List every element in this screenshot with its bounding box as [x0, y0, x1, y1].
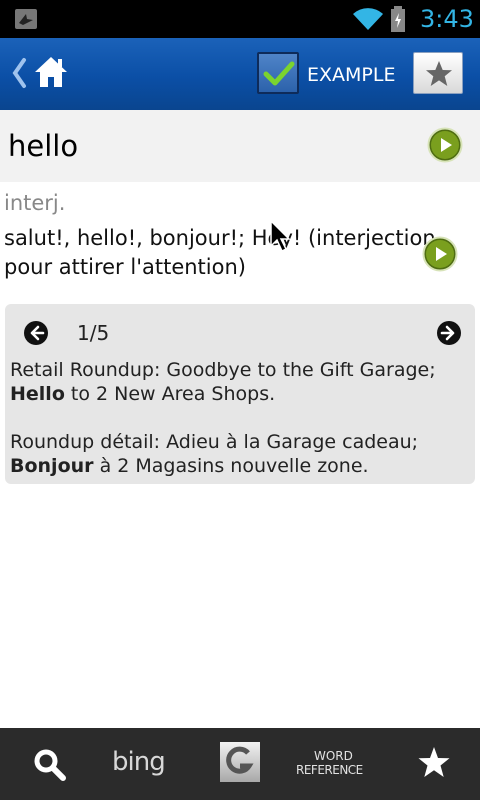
- bottom-toolbar: bing WORD REFERENCE: [0, 728, 480, 800]
- star-icon: [426, 61, 452, 86]
- translation-text: salut!, hello!, bonjour!; Hey! (interjec…: [4, 226, 436, 279]
- battery-icon: [391, 6, 405, 32]
- wordreference-button[interactable]: WORD REFERENCE: [292, 728, 382, 800]
- example-counter: 1/5: [77, 321, 110, 345]
- wifi-icon: [353, 8, 383, 31]
- google-icon: [220, 742, 260, 782]
- google-button[interactable]: [218, 728, 262, 800]
- example-highlight-source: Hello: [10, 383, 65, 405]
- bing-button[interactable]: bing: [108, 728, 180, 800]
- example-highlight-target: Bonjour: [10, 455, 94, 477]
- favorites-button[interactable]: [414, 728, 454, 800]
- headword: hello: [8, 129, 79, 163]
- play-pronunciation-icon[interactable]: [427, 127, 463, 163]
- checkmark-icon: [263, 61, 295, 86]
- next-example-icon[interactable]: [436, 320, 462, 346]
- play-translation-icon[interactable]: [422, 236, 458, 272]
- favorite-button[interactable]: [413, 52, 463, 94]
- wordreference-label-line1: WORD: [314, 749, 353, 763]
- example-panel: 1/5 Retail Roundup: Goodbye to the Gift …: [5, 304, 475, 484]
- search-icon: [34, 749, 66, 781]
- headword-row: hello: [0, 110, 480, 182]
- mouse-cursor-icon: [270, 220, 291, 253]
- home-icon[interactable]: [33, 54, 69, 90]
- action-bar: EXAMPLE: [0, 38, 480, 110]
- status-bar: 3:43: [0, 0, 480, 38]
- previous-example-icon[interactable]: [23, 320, 49, 346]
- example-source-sentence: Retail Roundup: Goodbye to the Gift Gara…: [10, 359, 436, 405]
- part-of-speech: interj.: [4, 191, 66, 215]
- status-clock: 3:43: [420, 5, 474, 33]
- example-target-sentence: Roundup détail: Adieu à la Garage cadeau…: [10, 431, 419, 477]
- star-icon: [418, 747, 450, 777]
- search-button[interactable]: [28, 728, 72, 800]
- app-notification-icon: [15, 9, 37, 29]
- back-icon[interactable]: [10, 56, 28, 90]
- wordreference-label-line2: REFERENCE: [296, 763, 363, 777]
- example-label[interactable]: EXAMPLE: [307, 63, 395, 87]
- example-checkbox[interactable]: [257, 52, 299, 94]
- bing-label: bing: [112, 747, 166, 777]
